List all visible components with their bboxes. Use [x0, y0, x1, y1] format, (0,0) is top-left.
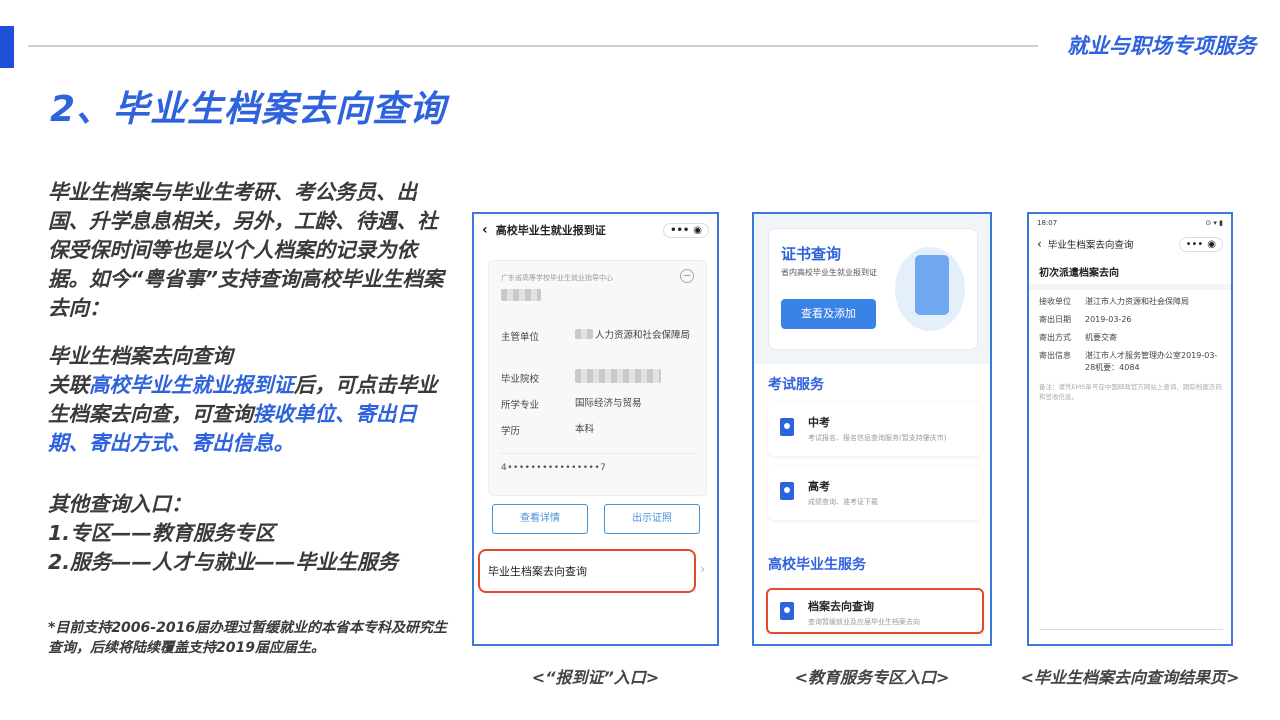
cert-issuer: 广东省高等学校毕业生就业指导中心 [501, 274, 613, 282]
capsule-menu[interactable]: ••• ◉ [663, 222, 709, 238]
caption-education-entry: <教育服务专区入口> [794, 668, 950, 687]
caption-cert-entry: <“报到证”入口> [531, 668, 660, 687]
show-cert-button[interactable]: 出示证照 [604, 504, 700, 534]
exam-item-zhongkao[interactable]: 中考 考试报名、报名信息查询服务(暂支持肇庆市) [768, 402, 982, 456]
mini-program-title: 高校毕业生就业报到证 [495, 224, 606, 237]
other-entry-heading: 其他查询入口： [48, 492, 192, 516]
cert-row: 主管单位 人力资源和社会保障局 [501, 330, 691, 343]
phone-illustration-device [915, 255, 949, 315]
phone-screenshot-education: 证书查询 省内高校毕业生就业报到证 查看及添加 考试服务 中考 考试报名、报名信… [752, 212, 992, 646]
section-divider [1029, 284, 1231, 290]
query-text-a: 关联 [48, 373, 89, 397]
query-highlight-cert: 高校毕业生就业报到证 [89, 373, 294, 397]
result-note: 备注：请凭EMS单号在中国邮政官方网站上查询、跟踪档案去向和签收信息。 [1039, 383, 1222, 401]
archive-query-entry[interactable]: 毕业生档案去向查询 [478, 549, 696, 593]
grad-section-title: 高校毕业生服务 [768, 557, 866, 573]
phone-screenshot-cert: ‹ 高校毕业生就业报到证 ••• ◉ 广东省高等学校毕业生就业指导中心 − 主管单… [472, 212, 719, 646]
status-icons: ⊙ ▾ ▮ [1205, 219, 1223, 227]
cert-id-number: 4••••••••••••••••7 [501, 463, 607, 473]
result-section-title: 初次派遣档案去向 [1039, 268, 1119, 279]
status-time: 18:07 [1037, 219, 1058, 227]
blurred-school [575, 369, 661, 383]
section-title: 就业与职场专项服务 [1067, 34, 1256, 58]
cert-row: 学历 本科 [501, 424, 595, 437]
result-row: 寄出日期 2019-03-26 [1039, 315, 1132, 324]
cert-row: 所学专业 国际经济与贸易 [501, 398, 642, 411]
other-entry-1: 1.专区——教育服务专区 [48, 521, 276, 545]
result-row: 接收单位 湛江市人力资源和社会保障局 [1039, 297, 1189, 306]
card-divider [501, 453, 696, 454]
header-divider [28, 45, 1038, 47]
cert-card: 广东省高等学校毕业生就业指导中心 − 主管单位 人力资源和社会保障局 毕业院校 所… [488, 260, 707, 496]
query-heading: 毕业生档案去向查询 [48, 344, 233, 368]
other-entry-paragraph: 其他查询入口： 1.专区——教育服务专区 2.服务——人才与就业——毕业生服务 [48, 490, 448, 577]
blurred-city [575, 329, 593, 339]
cert-query-title: 证书查询 [781, 245, 842, 263]
page-title: 2、毕业生档案去向查询 [50, 89, 447, 130]
mini-program-header: ‹ 高校毕业生就业报到证 ••• ◉ [474, 214, 717, 246]
blurred-name [501, 289, 541, 301]
intro-paragraph: 毕业生档案与毕业生考研、考公务员、出国、升学息息相关，另外，工龄、待遇、社保受保… [48, 180, 444, 320]
exam-item-gaokao[interactable]: 高考 成绩查询、准考证下载 [768, 466, 982, 520]
status-bar: 18:07 ⊙ ▾ ▮ [1029, 214, 1231, 232]
other-entry-2: 2.服务——人才与就业——毕业生服务 [48, 550, 399, 574]
accent-bar [0, 26, 14, 68]
footnote: *目前支持2006-2016届办理过暂缓就业的本省本专科及研究生查询，后续将陆续… [48, 620, 448, 656]
caption-result-page: <毕业生档案去向查询结果页> [1020, 668, 1240, 687]
phone-screenshot-result: 18:07 ⊙ ▾ ▮ ‹ 毕业生档案去向查询 ••• ◉ 初次派遣档案去向 接收… [1027, 212, 1233, 646]
view-detail-button[interactable]: 查看详情 [492, 504, 588, 534]
document-icon [780, 482, 794, 500]
close-circle-icon: ◉ [693, 224, 702, 236]
document-icon [780, 418, 794, 436]
result-row: 寄出信息 湛江市人才服务管理办公室2019-03-28机要：4084 [1039, 351, 1218, 372]
view-add-button[interactable]: 查看及添加 [781, 299, 876, 329]
chevron-right-icon: › [700, 562, 705, 576]
cert-query-card: 证书查询 省内高校毕业生就业报到证 查看及添加 [768, 228, 978, 350]
cert-row: 毕业院校 [501, 374, 540, 385]
query-paragraph: 毕业生档案去向查询 关联高校毕业生就业报到证后，可点击毕业生档案去向查，可查询接… [48, 342, 448, 458]
exam-section-title: 考试服务 [768, 377, 824, 393]
more-icon: ••• [1185, 238, 1204, 250]
back-icon[interactable]: ‹ [482, 222, 488, 238]
archive-query-item[interactable]: 档案去向查询 查询暂缓就业及应届毕业生档案去向 [766, 588, 984, 634]
collapse-icon[interactable]: − [680, 269, 694, 283]
bottom-line [1039, 629, 1223, 630]
cert-query-subtitle: 省内高校毕业生就业报到证 [781, 268, 877, 277]
close-circle-icon: ◉ [1207, 238, 1216, 250]
star-document-icon [780, 602, 794, 620]
more-icon: ••• [670, 224, 690, 236]
result-row: 寄出方式 机要交寄 [1039, 333, 1117, 342]
result-page-title: 毕业生档案去向查询 [1047, 240, 1134, 251]
capsule-menu[interactable]: ••• ◉ [1178, 236, 1223, 252]
back-icon[interactable]: ‹ [1037, 237, 1042, 251]
result-header: ‹ 毕业生档案去向查询 ••• ◉ [1029, 232, 1231, 256]
